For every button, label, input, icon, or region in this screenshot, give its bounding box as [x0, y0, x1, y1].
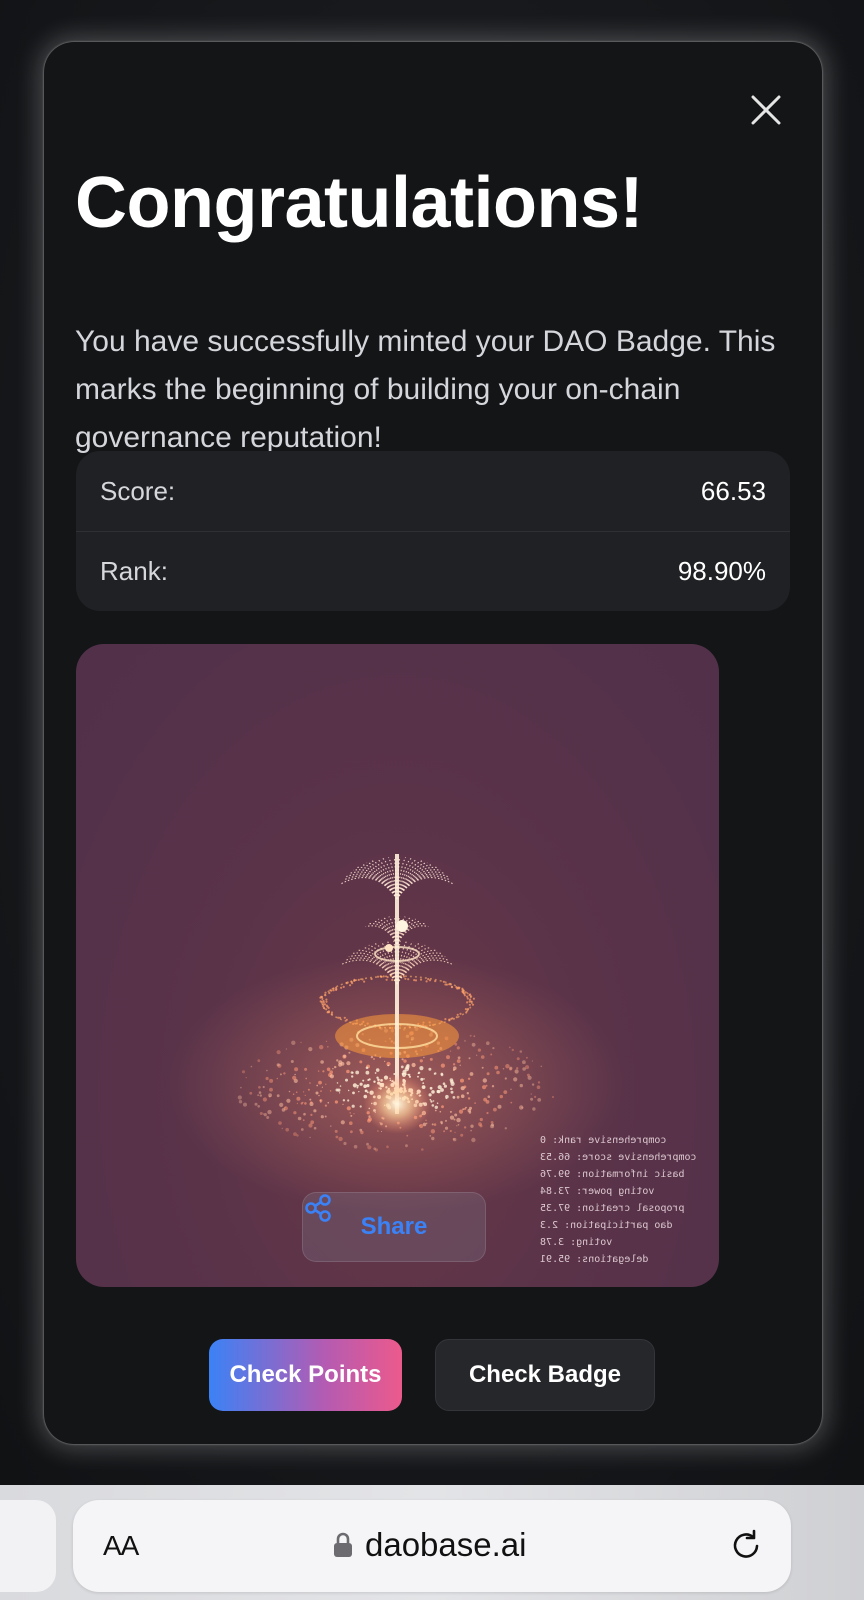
text-size-button[interactable]: AA — [103, 1530, 139, 1562]
overlay-stat: comprehensive rank: 0 — [540, 1135, 667, 1146]
share-button[interactable]: Share — [302, 1192, 486, 1262]
stats-card: Score: 66.53 Rank: 98.90% — [76, 451, 790, 611]
url-text: daobase.ai — [365, 1526, 527, 1563]
address-bar[interactable]: AA daobase.ai — [73, 1500, 791, 1592]
overlay-stat: dao participation: 2.3 — [540, 1220, 673, 1231]
check-points-button[interactable]: Check Points — [209, 1339, 402, 1411]
mint-success-modal: Congratulations! You have successfully m… — [44, 42, 822, 1444]
modal-description: You have successfully minted your DAO Ba… — [75, 325, 776, 454]
dao-badge-image: comprehensive rank: 0 comprehensive scor… — [76, 644, 719, 1287]
rank-row: Rank: 98.90% — [76, 531, 790, 611]
overlay-stat: voting: 3.78 — [540, 1237, 613, 1248]
score-value: 66.53 — [700, 475, 766, 506]
overlay-stat: basic information: 99.76 — [540, 1169, 685, 1180]
previous-tab[interactable] — [0, 1500, 56, 1592]
score-row: Score: 66.53 — [76, 451, 790, 531]
overlay-stat: delegations: 95.91 — [540, 1254, 649, 1265]
browser-toolbar: AA daobase.ai — [0, 1485, 864, 1600]
modal-title: Congratulations! — [75, 163, 643, 243]
close-icon — [751, 95, 781, 125]
share-label: Share — [360, 1213, 428, 1240]
overlay-stat: comprehensive score: 66.53 — [540, 1152, 697, 1163]
reload-icon[interactable] — [727, 1526, 765, 1564]
close-button[interactable] — [748, 92, 784, 128]
score-label: Score: — [100, 475, 176, 506]
text-size-label: AA — [103, 1530, 139, 1561]
badge-stats-overlay: comprehensive rank: 0 comprehensive scor… — [540, 1132, 697, 1268]
overlay-stat: proposal creation: 97.35 — [540, 1203, 685, 1214]
share-icon — [305, 1194, 331, 1222]
overlay-stat: voting power: 73.84 — [540, 1186, 655, 1197]
rank-label: Rank: — [100, 556, 168, 586]
url-display[interactable]: daobase.ai — [333, 1526, 526, 1564]
check-badge-button[interactable]: Check Badge — [435, 1339, 655, 1411]
lock-icon — [334, 1532, 352, 1557]
rank-value: 98.90% — [677, 556, 766, 586]
